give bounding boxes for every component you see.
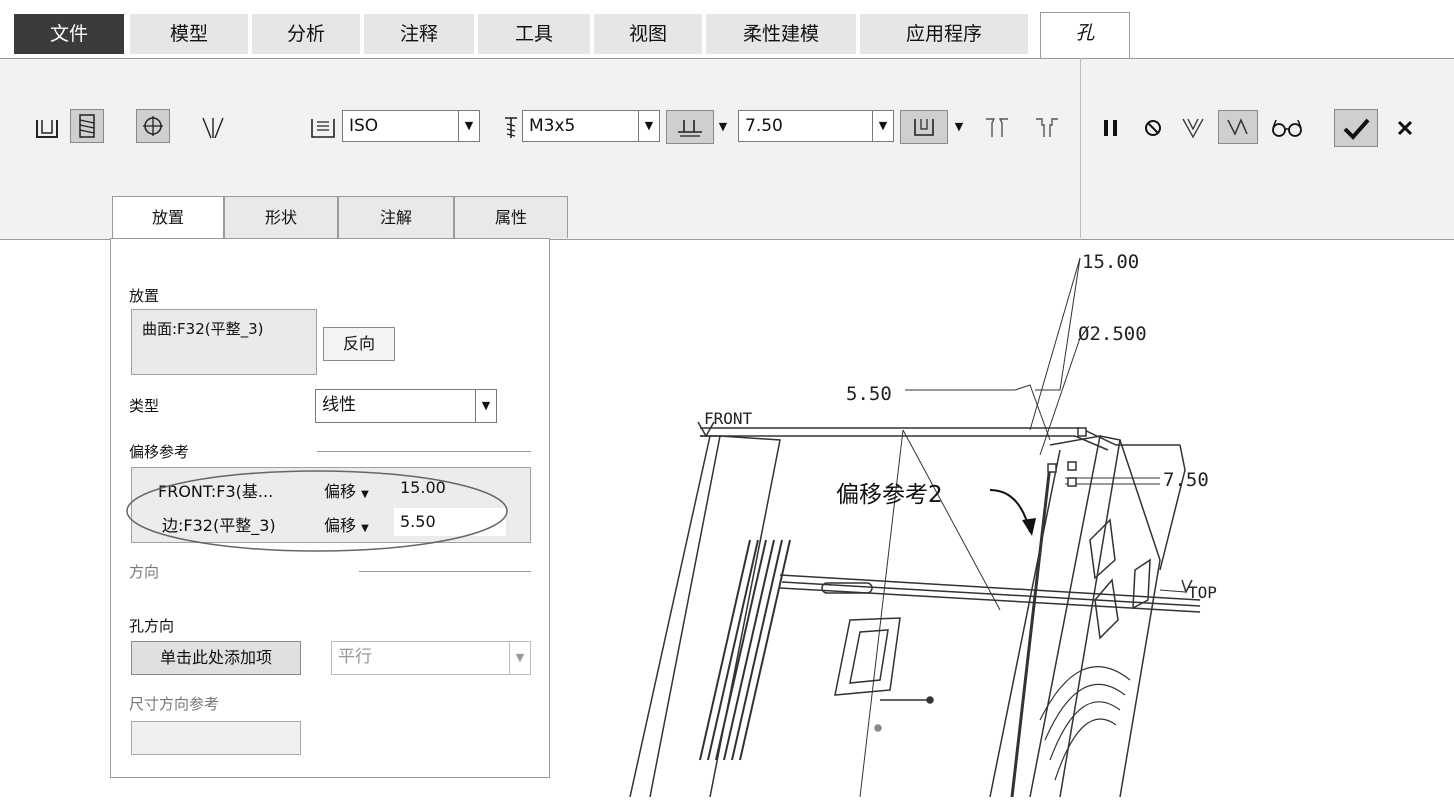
- subtab-shape[interactable]: 形状: [224, 196, 338, 238]
- menu-tab-analysis[interactable]: 分析: [252, 14, 360, 54]
- standard-select[interactable]: ISO ▼: [342, 110, 480, 142]
- type-label: 类型: [129, 397, 160, 415]
- chevron-down-icon[interactable]: ▼: [475, 390, 496, 422]
- placement-label: 放置: [129, 287, 160, 305]
- thread-type-icon: [306, 111, 340, 145]
- menu-tab-tools[interactable]: 工具: [478, 14, 590, 54]
- confirm-checkmark-icon[interactable]: [1334, 109, 1378, 147]
- menu-bar: 文件 模型 分析 注释 工具 视图 柔性建模 应用程序 孔: [0, 0, 1454, 62]
- depth-value-select[interactable]: 7.50 ▼: [738, 110, 894, 142]
- top-plane-label[interactable]: TOP: [1188, 583, 1217, 602]
- standard-hole-icon[interactable]: [70, 109, 104, 143]
- simple-hole-icon[interactable]: [30, 111, 64, 145]
- menu-tab-model[interactable]: 模型: [130, 14, 248, 54]
- dimension-diameter[interactable]: Ø2.500: [1078, 323, 1147, 345]
- subtab-properties[interactable]: 属性: [454, 196, 568, 238]
- geometry-preview-icon[interactable]: [1176, 111, 1210, 145]
- chevron-down-icon[interactable]: ▼: [638, 111, 659, 141]
- dimension-direction-label: 尺寸方向参考: [129, 695, 220, 713]
- standard-select-value: ISO: [349, 116, 379, 136]
- pause-icon[interactable]: [1094, 111, 1128, 145]
- hole-direction-label: 孔方向: [129, 617, 175, 635]
- no-preview-icon[interactable]: [1136, 111, 1170, 145]
- menu-tab-view[interactable]: 视图: [594, 14, 702, 54]
- subtab-placement[interactable]: 放置: [112, 196, 224, 240]
- dimension-7-50[interactable]: 7.50: [1163, 469, 1209, 491]
- depth-type-icon[interactable]: [666, 110, 714, 144]
- depth-value: 7.50: [745, 116, 783, 136]
- highlight-ellipse: [126, 470, 508, 552]
- placement-panel: 放置 曲面:F32(平整_3) 反向 类型 线性 ▼ 偏移参考 FRONT:F3…: [110, 238, 550, 778]
- placement-reference-value: 曲面:F32(平整_3): [142, 320, 264, 338]
- dimension-15[interactable]: 15.00: [1082, 251, 1139, 273]
- sketch-profile-icon[interactable]: [136, 109, 170, 143]
- tapered-hole-icon[interactable]: [196, 111, 230, 145]
- hole-end-dropdown[interactable]: ▼: [950, 110, 968, 144]
- parallel-select[interactable]: 平行 ▼: [331, 641, 531, 675]
- chevron-down-icon[interactable]: ▼: [509, 642, 530, 674]
- menu-tab-annotate[interactable]: 注释: [364, 14, 474, 54]
- depth-type-dropdown[interactable]: ▼: [714, 110, 732, 144]
- direction-label: 方向: [129, 563, 160, 581]
- verify-mode-icon[interactable]: [1218, 110, 1258, 144]
- add-item-button[interactable]: 单击此处添加项: [131, 641, 301, 675]
- menu-tab-flexible-modeling[interactable]: 柔性建模: [706, 14, 856, 54]
- type-value: 线性: [322, 395, 356, 415]
- chevron-down-icon[interactable]: ▼: [872, 111, 893, 141]
- menu-tab-applications[interactable]: 应用程序: [860, 14, 1028, 54]
- countersink-icon[interactable]: [980, 111, 1014, 145]
- placement-reference-box[interactable]: 曲面:F32(平整_3): [131, 309, 317, 375]
- type-select[interactable]: 线性 ▼: [315, 389, 497, 423]
- divider: [359, 571, 531, 572]
- model-viewport[interactable]: 15.00 Ø2.500 5.50 7.50 FRONT TOP 偏移参考2: [560, 240, 1454, 798]
- ribbon-separator: [1080, 58, 1081, 238]
- menu-tab-file[interactable]: 文件: [14, 14, 124, 54]
- menu-tab-hole[interactable]: 孔: [1040, 12, 1130, 58]
- chevron-down-icon[interactable]: ▼: [458, 111, 479, 141]
- dimension-5-50[interactable]: 5.50: [846, 383, 892, 405]
- parallel-value: 平行: [338, 647, 372, 667]
- screw-size-select[interactable]: M3x5 ▼: [522, 110, 660, 142]
- flip-button[interactable]: 反向: [323, 327, 395, 361]
- dimension-direction-box[interactable]: [131, 721, 301, 755]
- front-plane-label[interactable]: FRONT: [704, 409, 753, 428]
- glasses-icon[interactable]: [1270, 111, 1304, 145]
- counterbore-icon[interactable]: [1030, 111, 1064, 145]
- offset-reference-annotation: 偏移参考2: [836, 482, 943, 508]
- screw-size-value: M3x5: [529, 116, 576, 136]
- subtab-notes[interactable]: 注解: [338, 196, 454, 238]
- hole-end-icon[interactable]: [900, 110, 948, 144]
- cancel-close-icon[interactable]: [1388, 111, 1422, 145]
